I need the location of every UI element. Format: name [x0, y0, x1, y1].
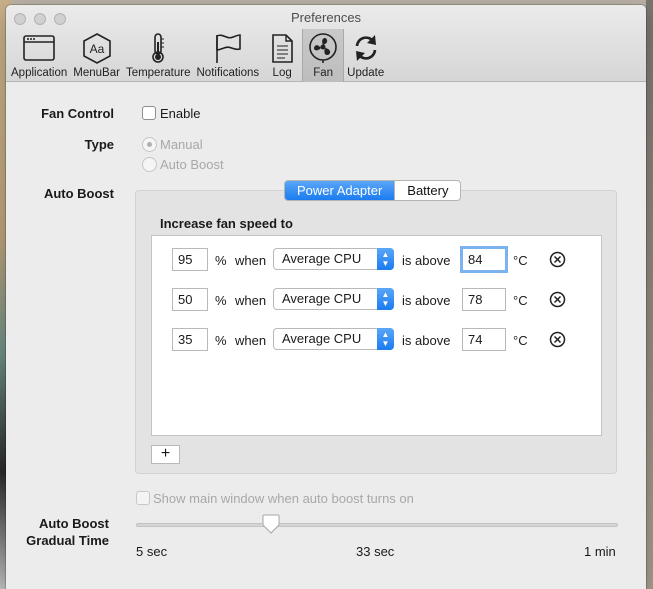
chevron-updown-icon: ▲ ▼ [377, 328, 394, 350]
enable-checkbox-label[interactable]: Enable [160, 106, 200, 121]
temperature-field[interactable]: 78 [462, 288, 506, 311]
sensor-select-value: Average CPU [282, 291, 362, 306]
window-title: Preferences [290, 10, 362, 25]
chevron-updown-icon: ▲ ▼ [377, 288, 394, 310]
remove-rule-icon[interactable] [549, 251, 566, 268]
is-above-label: is above [402, 293, 451, 308]
percent-unit: % [215, 253, 227, 268]
enable-checkbox[interactable] [142, 106, 156, 120]
is-above-label: is above [402, 253, 451, 268]
gradual-time-label-line2: Gradual Time [26, 533, 109, 548]
add-rule-button[interactable]: + [151, 445, 180, 464]
chevron-updown-icon: ▲ ▼ [377, 248, 394, 270]
tab-power-adapter[interactable]: Power Adapter [285, 181, 395, 200]
remove-rule-icon[interactable] [549, 331, 566, 348]
toolbar-item-fan[interactable]: Fan [302, 29, 345, 82]
titlebar: Preferences Application Aa MenuBar Tempe… [6, 5, 646, 82]
auto-boost-radio[interactable] [142, 157, 157, 172]
tab-battery[interactable]: Battery [394, 181, 460, 200]
thermometer-icon [152, 33, 165, 63]
toolbar-item-notifications[interactable]: Notifications [194, 29, 263, 82]
tick-label-mid: 33 sec [356, 544, 395, 559]
menubar-text-icon: Aa [82, 33, 111, 64]
show-main-window-label[interactable]: Show main window when auto boost turns o… [153, 491, 414, 506]
celsius-unit: °C [513, 293, 528, 308]
document-icon [272, 34, 293, 63]
gradual-time-slider-track[interactable] [136, 523, 618, 527]
toolbar-label: Fan [313, 67, 334, 79]
celsius-unit: °C [513, 333, 528, 348]
toolbar-label: Log [272, 67, 292, 79]
toolbar-label: Application [11, 67, 68, 79]
sensor-select[interactable]: Average CPU ▲ ▼ [273, 328, 394, 350]
temperature-field[interactable]: 84 [460, 246, 508, 273]
when-label: when [235, 333, 267, 348]
application-window-icon [23, 35, 55, 61]
gradual-time-slider-knob[interactable] [262, 514, 280, 534]
is-above-label: is above [402, 333, 451, 348]
celsius-unit: °C [513, 253, 528, 268]
power-source-segmented-control: Power Adapter Battery [284, 180, 462, 201]
toolbar-item-temperature[interactable]: Temperature [123, 29, 194, 82]
show-main-window-checkbox[interactable] [136, 491, 150, 505]
toolbar: Application Aa MenuBar Temperature Notif… [8, 29, 387, 82]
sensor-select-value: Average CPU [282, 331, 362, 346]
type-label: Type [84, 137, 114, 152]
fan-control-label: Fan Control [41, 106, 114, 121]
tick-label-min: 5 sec [136, 544, 168, 559]
toolbar-item-menubar[interactable]: Aa MenuBar [70, 29, 123, 82]
fan-icon [309, 33, 337, 63]
toolbar-label: Temperature [125, 67, 191, 79]
when-label: when [235, 253, 267, 268]
auto-boost-radio-label[interactable]: Auto Boost [160, 157, 224, 172]
fan-speed-field[interactable]: 35 [172, 328, 208, 351]
toolbar-item-application[interactable]: Application [8, 29, 70, 82]
fan-speed-field[interactable]: 50 [172, 288, 208, 311]
desktop-background-right [646, 0, 653, 589]
percent-unit: % [215, 333, 227, 348]
refresh-icon [355, 35, 376, 61]
manual-radio-label[interactable]: Manual [160, 137, 203, 152]
toolbar-item-log[interactable]: Log [262, 29, 302, 82]
toolbar-label: Notifications [196, 67, 260, 79]
manual-radio[interactable] [142, 137, 157, 152]
fan-speed-field[interactable]: 95 [172, 248, 208, 271]
when-label: when [235, 293, 267, 308]
toolbar-item-update[interactable]: Update [344, 29, 387, 82]
temperature-field[interactable]: 74 [462, 328, 506, 351]
percent-unit: % [215, 293, 227, 308]
toolbar-label: MenuBar [73, 67, 120, 79]
sensor-select[interactable]: Average CPU ▲ ▼ [273, 288, 394, 310]
gradual-time-label-line1: Auto Boost [38, 516, 109, 531]
sensor-select[interactable]: Average CPU ▲ ▼ [273, 248, 394, 270]
remove-rule-icon[interactable] [549, 291, 566, 308]
tick-label-max: 1 min [584, 544, 616, 559]
sensor-select-value: Average CPU [282, 251, 362, 266]
toolbar-label: Update [347, 67, 385, 79]
auto-boost-label: Auto Boost [43, 186, 114, 201]
increase-fan-speed-heading: Increase fan speed to [160, 216, 293, 231]
flag-icon [216, 34, 241, 63]
svg-text:Aa: Aa [89, 42, 104, 56]
